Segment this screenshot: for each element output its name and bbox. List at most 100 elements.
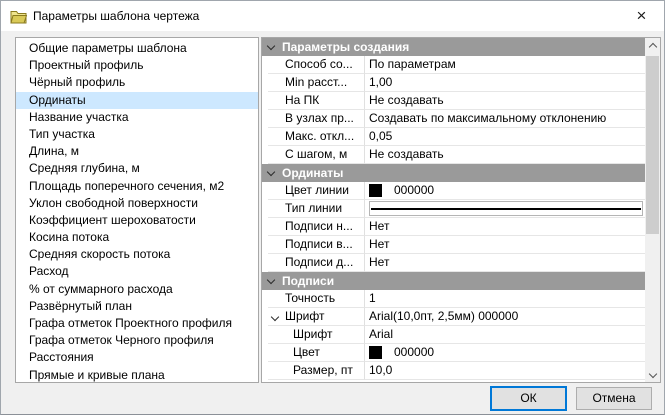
property-value[interactable]: По параметрам [365, 56, 645, 74]
list-item[interactable]: Развёрнутый план [16, 298, 258, 315]
ok-button[interactable]: ОК [490, 386, 567, 411]
property-row: Цвет 000000 [262, 344, 645, 362]
property-label: Цвет [268, 344, 365, 362]
property-label: Макс. откл... [268, 128, 365, 146]
property-label-text: Min расст... [285, 75, 347, 89]
property-label: Подписи д... [268, 254, 365, 272]
property-value-text: Нет [369, 254, 389, 271]
property-row: Подписи н...Нет [262, 218, 645, 236]
list-item[interactable]: Название участка [16, 109, 258, 126]
list-item[interactable]: Проектный профиль [16, 57, 258, 74]
property-grid-content: Параметры создания Способ со... По парамет… [262, 38, 645, 382]
property-row: Цвет линии 000000 [262, 182, 645, 200]
property-label-text: С шагом, м [285, 147, 347, 161]
color-swatch [369, 184, 382, 197]
property-value[interactable]: Не создавать [365, 92, 645, 110]
list-item[interactable]: Средняя глубина, м [16, 160, 258, 177]
list-item[interactable]: Расстояния [16, 349, 258, 366]
property-value[interactable]: 10,0 [365, 362, 645, 380]
close-icon: × [637, 7, 647, 24]
scroll-up-button[interactable] [645, 38, 660, 55]
property-row: В узлах пр... Создавать по максимальному … [262, 110, 645, 128]
list-item[interactable]: Уклон свободной поверхности [16, 195, 258, 212]
list-item[interactable]: Площадь поперечного сечения, м2 [16, 178, 258, 195]
property-label-text: Цвет линии [285, 183, 349, 197]
list-item[interactable]: Ординаты [16, 92, 258, 109]
property-value[interactable]: 000000 [365, 344, 645, 362]
list-item[interactable]: Графа отметок Черного профиля [16, 332, 258, 349]
scroll-down-button[interactable] [645, 365, 660, 382]
property-label-text: Способ со... [285, 57, 353, 71]
linetype-preview [369, 201, 643, 216]
property-label-text: Точность [285, 291, 335, 305]
property-value[interactable]: 1 [365, 290, 645, 308]
property-label-text: Подписи в... [285, 237, 353, 251]
list-item[interactable]: Общие параметры шаблона [16, 40, 258, 57]
property-label-text: Подписи д... [285, 255, 353, 269]
property-value[interactable]: 1,00 [365, 74, 645, 92]
scrollbar-thumb[interactable] [646, 56, 659, 234]
section-header[interactable]: Параметры создания [262, 38, 645, 56]
property-value-text: 000000 [394, 344, 434, 361]
property-value-text: 1,00 [369, 74, 392, 91]
property-value-text: Не создавать [369, 92, 444, 109]
property-row: Подписи д... Нет [262, 254, 645, 272]
property-value[interactable]: 0,05 [365, 128, 645, 146]
list-item[interactable]: Чёрный профиль [16, 74, 258, 91]
property-label-text: На ПК [285, 93, 319, 107]
list-item[interactable]: Косина потока [16, 229, 258, 246]
property-label: Точность [268, 290, 365, 308]
property-value-text: Arial(10,0пт, 2,5мм) 000000 [369, 308, 518, 325]
property-row: Подписи в... Нет [262, 236, 645, 254]
property-value-text: Не создавать [369, 146, 444, 163]
property-label: Шрифт [268, 326, 365, 344]
property-value[interactable] [365, 200, 645, 218]
list-item[interactable]: Расход [16, 263, 258, 280]
property-label: В узлах пр... [268, 110, 365, 128]
property-label: С шагом, м [268, 146, 365, 164]
list-item[interactable]: % от суммарного расхода [16, 281, 258, 298]
property-label: Подписи в... [268, 236, 365, 254]
folder-icon [10, 9, 27, 24]
section-header[interactable]: Подписи [262, 272, 645, 290]
property-label-text: Тип линии [285, 201, 342, 215]
property-value[interactable]: Нет [365, 218, 645, 236]
property-value[interactable]: Arial(10,0пт, 2,5мм) 000000 [365, 308, 645, 326]
list-item[interactable]: Графа отметок Проектного профиля [16, 315, 258, 332]
property-value[interactable]: Создавать по максимальному отклонению [365, 110, 645, 128]
property-label: Тип линии [268, 200, 365, 218]
property-row: Шрифт Arial(10,0пт, 2,5мм) 000000 [262, 308, 645, 326]
cancel-button[interactable]: Отмена [576, 387, 652, 410]
list-item[interactable]: Длина, м [16, 143, 258, 160]
grid-scrollbar[interactable] [645, 38, 660, 382]
chevron-down-icon[interactable] [271, 313, 279, 321]
dialog-window: Параметры шаблона чертежа × Общие параме… [0, 0, 665, 415]
section-title: Подписи [282, 274, 334, 288]
property-label-text: В узлах пр... [285, 111, 354, 125]
list-item[interactable]: Коэффициент шероховатости [16, 212, 258, 229]
list-item[interactable]: Тип участка [16, 126, 258, 143]
color-swatch [369, 346, 382, 359]
property-label-text: Цвет [293, 345, 320, 359]
list-item[interactable]: Средняя скорость потока [16, 246, 258, 263]
close-button[interactable]: × [619, 1, 664, 30]
property-row: Размер, пт10,0 [262, 362, 645, 380]
property-value[interactable]: Не создавать [365, 146, 645, 164]
property-label: Min расст... [268, 74, 365, 92]
section-header[interactable]: Ординаты [262, 164, 645, 182]
property-value[interactable]: Нет [365, 254, 645, 272]
section-title: Ординаты [282, 166, 343, 180]
section-title: Параметры создания [282, 40, 409, 54]
property-row: Точность 1 [262, 290, 645, 308]
chevron-down-icon [267, 276, 275, 284]
property-value[interactable]: Нет [365, 236, 645, 254]
property-value[interactable]: 000000 [365, 182, 645, 200]
title-bar: Параметры шаблона чертежа × [1, 1, 664, 31]
property-value-text: 10,0 [369, 362, 392, 379]
chevron-down-icon [267, 168, 275, 176]
property-value[interactable]: Arial [365, 326, 645, 344]
property-label-text: Шрифт [285, 309, 324, 323]
list-item[interactable]: Прямые и кривые плана [16, 367, 258, 383]
property-row: С шагом, м Не создавать [262, 146, 645, 164]
property-label: Подписи н... [268, 218, 365, 236]
